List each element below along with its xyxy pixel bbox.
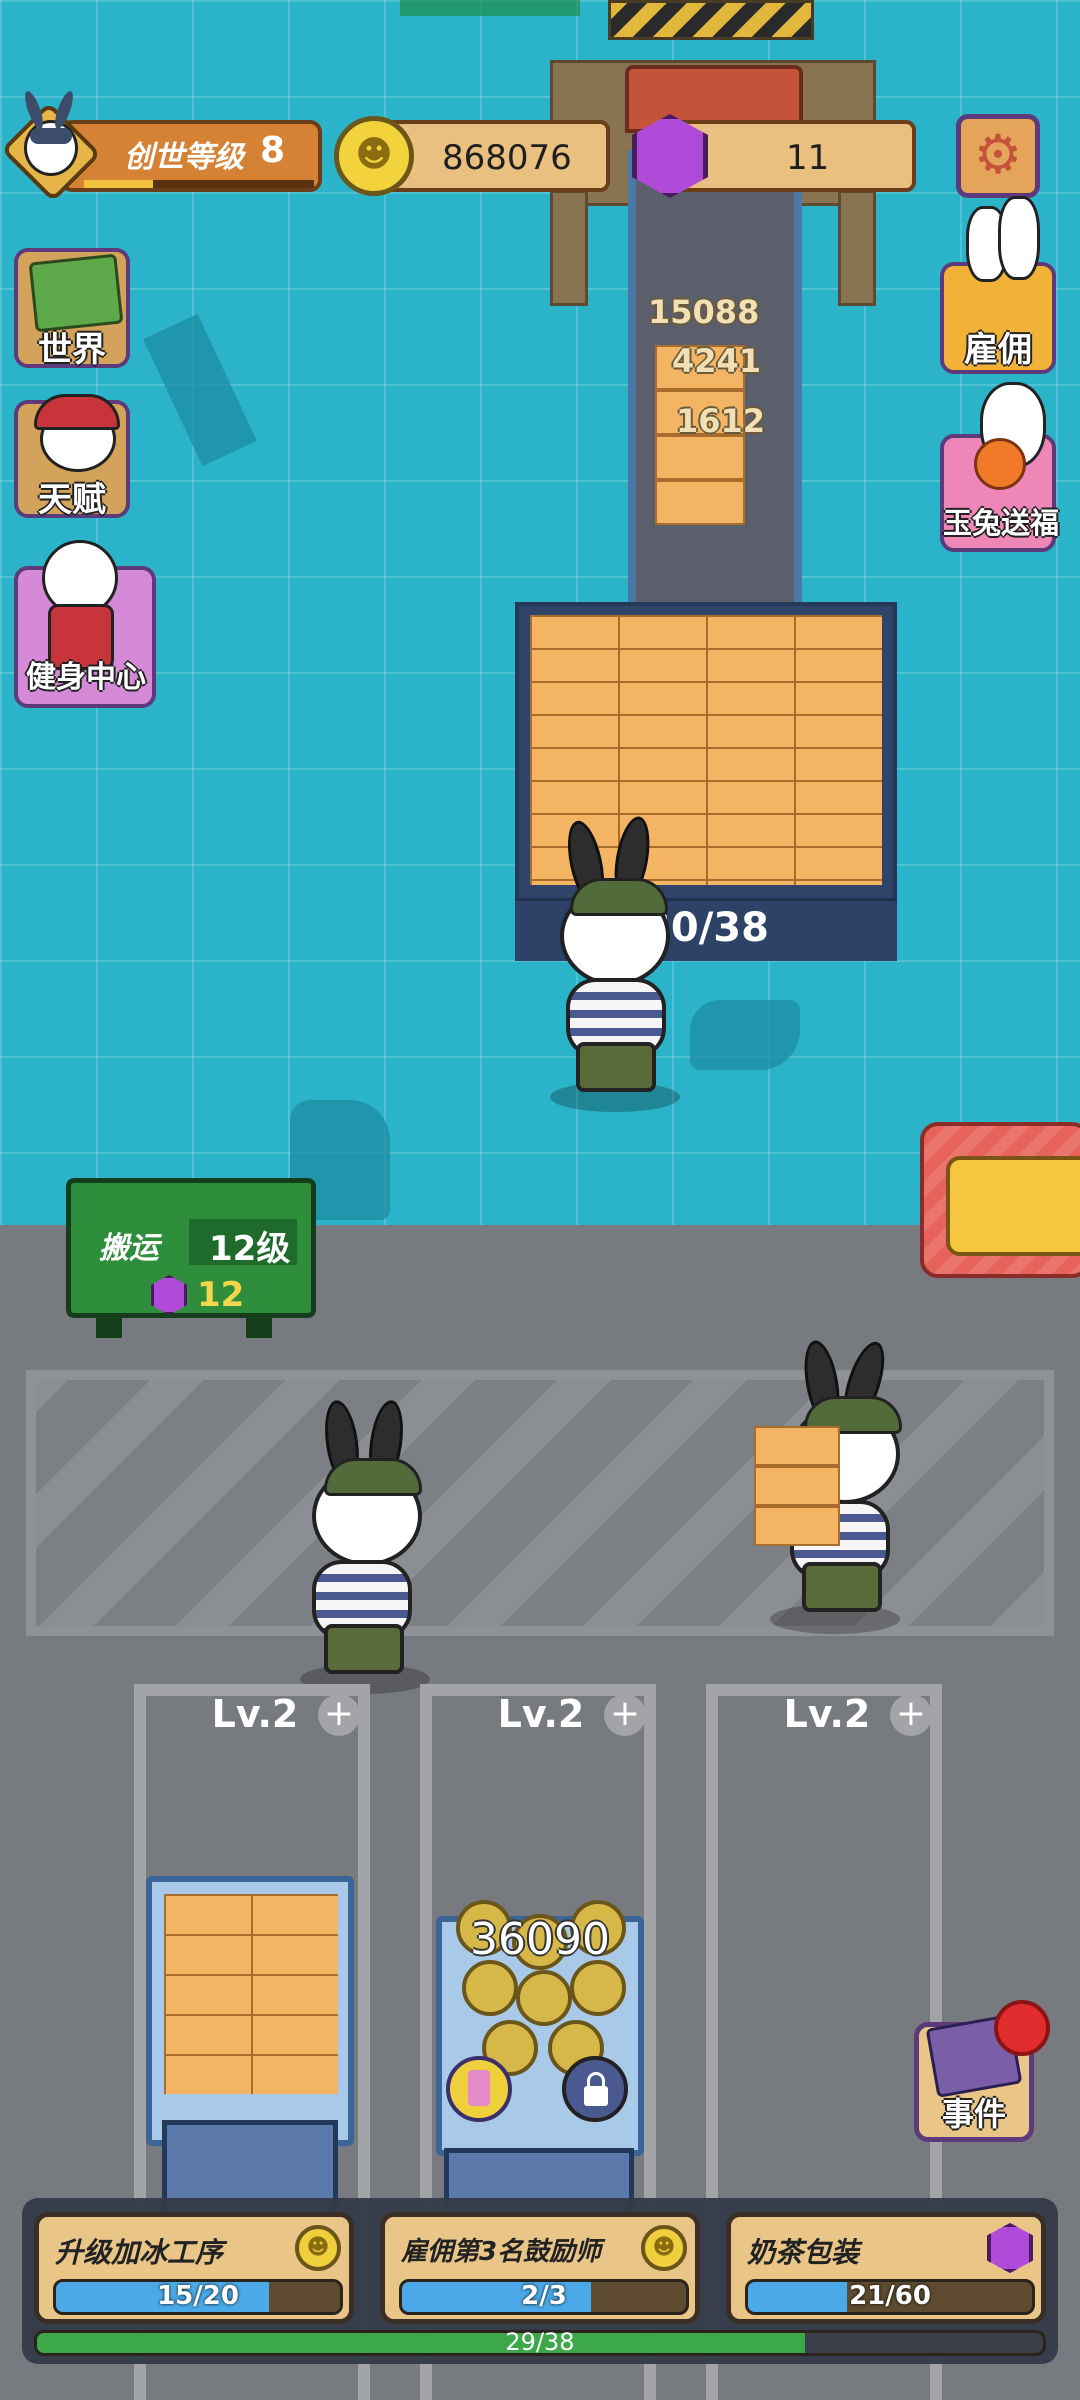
worker-bunny — [540, 813, 690, 1120]
hire-label: 雇佣 — [964, 330, 1032, 370]
gem-amount: 11 — [786, 138, 830, 178]
task-card[interactable]: 雇佣第3名鼓励师 ☻ 2/3 — [380, 2212, 700, 2324]
slot-level: Lv.2 — [211, 1692, 299, 1736]
coin-amount: 868076 — [442, 138, 572, 178]
panel-leg — [246, 1314, 272, 1338]
carry-cost: 12 — [197, 1275, 245, 1315]
settings-gear-icon[interactable]: ⚙ — [956, 114, 1040, 198]
notification-dot — [994, 2000, 1050, 2056]
green-machine-edge — [400, 0, 580, 16]
overall-progress-text: 29/38 — [505, 2328, 575, 2356]
world-label: 世界 — [38, 330, 106, 370]
cart-boxes[interactable] — [146, 1876, 354, 2146]
carried-box — [754, 1426, 840, 1466]
coin-icon: ☻ — [295, 2225, 341, 2271]
task-progress-text: 2/3 — [521, 2281, 567, 2311]
gem-icon — [151, 1275, 187, 1315]
carry-level: 12级 — [209, 1229, 291, 1269]
milk-tea-icon[interactable] — [446, 2056, 512, 2122]
cart-box-stack — [164, 1894, 338, 2094]
events-label: 事件 — [941, 2095, 1006, 2133]
machine-leg — [838, 190, 876, 306]
level-progress-fill — [84, 180, 153, 188]
carry-upgrade-panel[interactable]: 搬运 12级 12 — [66, 1178, 316, 1318]
task-progress-text: 15/20 — [157, 2281, 239, 2311]
carry-label: 搬运 — [99, 1231, 159, 1266]
level-value: 8 — [260, 130, 286, 171]
lock-icon[interactable] — [562, 2056, 628, 2122]
floor-crack — [690, 1000, 800, 1070]
worker-bunny — [290, 1398, 440, 1700]
task-title: 雇佣第3名鼓励师 — [401, 2237, 602, 2267]
floating-number: 15088 — [648, 293, 760, 331]
level-label: 创世等级 — [124, 140, 244, 175]
gym-button[interactable]: 健身中心 — [14, 540, 156, 708]
treasure-chest-icon — [946, 1156, 1080, 1256]
task-title: 奶茶包装 — [747, 2236, 860, 2269]
world-map-icon — [28, 253, 124, 333]
slot-level: Lv.2 — [783, 1692, 871, 1736]
player-avatar[interactable] — [0, 89, 102, 203]
talent-label: 天赋 — [38, 480, 106, 520]
world-button[interactable]: 世界 — [14, 248, 130, 370]
hazard-stripe — [608, 0, 814, 40]
upgrade-plus-icon[interactable]: + — [318, 1694, 360, 1736]
treasure-chest-button[interactable] — [920, 1122, 1080, 1278]
task-card[interactable]: 奶茶包装 21/60 — [726, 2212, 1046, 2324]
level-panel[interactable]: 创世等级 8 — [60, 120, 322, 192]
task-progress-text: 21/60 — [849, 2281, 931, 2311]
coin-icon: ☻ — [641, 2225, 687, 2271]
coin-icon: ☻ — [334, 116, 414, 196]
gem-icon — [987, 2223, 1033, 2273]
level-progress-track — [84, 180, 314, 188]
jade-rabbit-label: 玉兔送福 — [942, 506, 1059, 540]
floating-number: 4241 — [672, 342, 762, 380]
coin-value: 36090 — [470, 1914, 610, 1965]
upgrade-plus-icon[interactable]: + — [890, 1694, 932, 1736]
slot-level: Lv.2 — [497, 1692, 585, 1736]
floating-number: 1612 — [676, 402, 766, 440]
gym-label: 健身中心 — [26, 660, 146, 695]
hire-button[interactable]: 雇佣 — [940, 196, 1056, 374]
talent-button[interactable]: 天赋 — [14, 394, 130, 520]
upgrade-plus-icon[interactable]: + — [604, 1694, 646, 1736]
machine-leg — [550, 190, 588, 306]
task-card[interactable]: 升级加冰工序 ☻ 15/20 — [34, 2212, 354, 2324]
panel-leg — [96, 1314, 122, 1338]
worker-bunny-carrying — [750, 1337, 920, 1640]
task-title: 升级加冰工序 — [55, 2236, 224, 2269]
